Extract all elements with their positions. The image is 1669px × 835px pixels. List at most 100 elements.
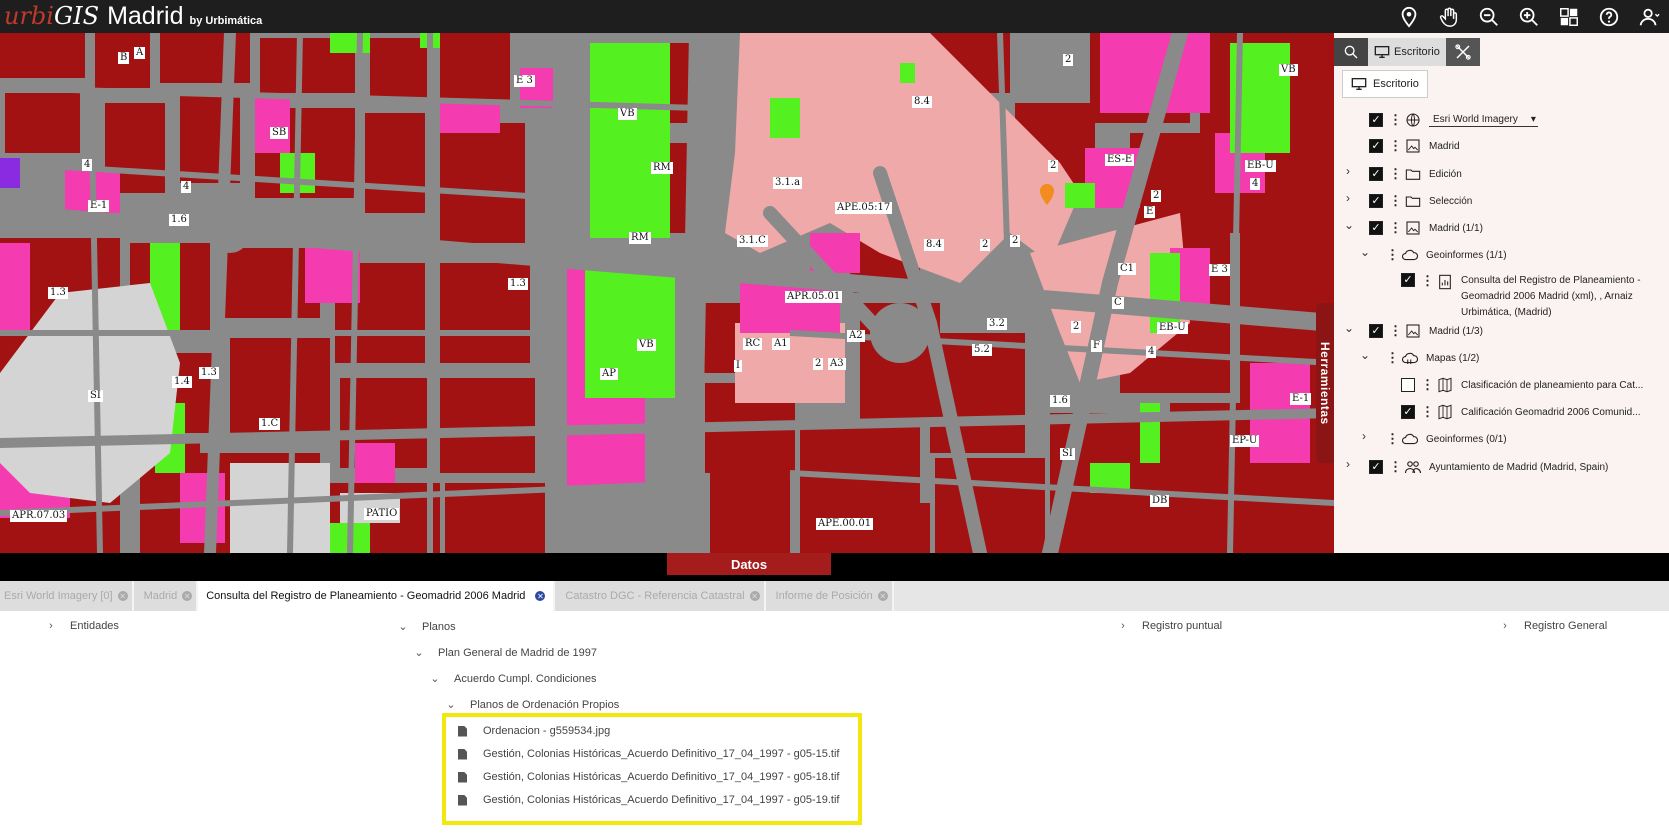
collapse-chevron-icon: ⌄ <box>398 621 408 633</box>
layer-label-line: Consulta del Registro de Planeamiento - <box>1461 275 1641 286</box>
map-label: 5.2 <box>972 344 992 356</box>
layer-checkbox[interactable] <box>1401 378 1415 392</box>
herramientas-tab[interactable]: Herramientas <box>1316 303 1334 463</box>
expand-chevron-icon[interactable]: › <box>1346 457 1350 471</box>
basemap-icon[interactable] <box>1549 0 1589 33</box>
search-icon[interactable] <box>1334 38 1368 66</box>
tab-catastro[interactable]: Catastro DGC - Referencia Catastral ✕ <box>555 581 766 611</box>
layer-checkbox[interactable] <box>1369 194 1383 208</box>
layer-row: ⋮ Mapas (1/2) <box>1380 349 1479 367</box>
report-icon <box>1435 273 1455 291</box>
map-label: 4 <box>1250 178 1261 190</box>
zoom-out-icon[interactable] <box>1469 0 1509 33</box>
collapse-chevron-icon: ⌄ <box>446 699 456 711</box>
tab-label: Catastro DGC - Referencia Catastral <box>565 590 745 602</box>
map-label: 2 <box>1151 190 1162 202</box>
datos-toggle-button[interactable]: Datos <box>667 553 831 575</box>
layer-menu-icon[interactable]: ⋮ <box>1389 112 1402 128</box>
close-icon[interactable]: ✕ <box>535 591 546 601</box>
close-icon[interactable]: ✕ <box>182 591 193 601</box>
location-pin-icon[interactable] <box>1389 0 1429 33</box>
collapse-chevron-icon[interactable]: ⌄ <box>1360 245 1370 259</box>
pan-hand-icon[interactable] <box>1429 0 1469 33</box>
tab-informe-posicion[interactable]: Informe de Posición ✕ <box>765 581 894 611</box>
section-entidades[interactable]: › Entidades <box>46 620 119 632</box>
layer-row: ⋮ Madrid (1/1) <box>1369 219 1483 237</box>
tools-icon[interactable] <box>1445 38 1480 66</box>
layer-label: Selección <box>1429 195 1473 207</box>
section-registro-puntual[interactable]: › Registro puntual <box>1118 620 1222 632</box>
section-label: Registro puntual <box>1142 620 1223 632</box>
globe-icon <box>1403 111 1423 129</box>
layer-menu-icon[interactable]: ⋮ <box>1389 323 1402 339</box>
map-label: SI <box>1060 448 1075 460</box>
subtab-escritorio[interactable]: Escritorio <box>1342 70 1428 98</box>
layer-menu-icon[interactable]: ⋮ <box>1389 459 1402 475</box>
close-icon[interactable]: ✕ <box>749 591 760 601</box>
close-icon[interactable]: ✕ <box>877 591 888 601</box>
layer-checkbox[interactable] <box>1369 221 1383 235</box>
layer-menu-icon[interactable]: ⋮ <box>1389 193 1402 209</box>
tree-plan-general[interactable]: ⌄ Plan General de Madrid de 1997 <box>414 646 597 660</box>
section-registro-general[interactable]: › Registro General <box>1500 620 1607 632</box>
layer-menu-icon[interactable]: ⋮ <box>1386 431 1399 447</box>
tab-escritorio[interactable]: Escritorio <box>1368 38 1446 66</box>
close-icon[interactable]: ✕ <box>117 591 128 601</box>
tab-consulta-registro[interactable]: Consulta del Registro de Planeamiento - … <box>198 581 556 611</box>
layer-checkbox[interactable] <box>1369 139 1383 153</box>
map-label: 2 <box>1063 54 1074 66</box>
collapse-chevron-icon[interactable]: ⌄ <box>1344 218 1354 232</box>
tree-planos-ordenacion[interactable]: ⌄ Planos de Ordenación Propios <box>446 698 619 712</box>
logo-gis: GIS <box>53 2 100 30</box>
layer-label-line: Urbimática, (Madrid) <box>1461 307 1552 318</box>
file-link[interactable]: Gestión, Colonias Históricas_Acuerdo Def… <box>458 748 840 760</box>
layer-checkbox[interactable] <box>1401 405 1415 419</box>
layer-checkbox[interactable] <box>1369 460 1383 474</box>
layer-menu-icon[interactable]: ⋮ <box>1421 404 1434 420</box>
map-label: E-1 <box>1290 393 1312 405</box>
layer-menu-icon[interactable]: ⋮ <box>1389 220 1402 236</box>
layer-checkbox[interactable] <box>1369 167 1383 181</box>
map-label: A3 <box>828 358 846 370</box>
layer-menu-icon[interactable]: ⋮ <box>1389 138 1402 154</box>
map-label: C <box>1112 297 1124 309</box>
tree-acuerdo[interactable]: ⌄ Acuerdo Cumpl. Condiciones <box>430 672 596 686</box>
map-label: APR.07.03 <box>10 510 68 522</box>
collapse-chevron-icon[interactable]: ⌄ <box>1360 348 1370 362</box>
layer-menu-icon[interactable]: ⋮ <box>1386 247 1399 263</box>
expand-chevron-icon: › <box>49 620 53 632</box>
map-label: SB <box>270 127 289 139</box>
map-view[interactable]: B A E 3 VB SB 4 4 E-1 1.6 1.3 RM RM 3.1.… <box>0 33 1334 553</box>
layer-menu-icon[interactable]: ⋮ <box>1389 166 1402 182</box>
section-label: Planos <box>422 620 456 633</box>
expand-chevron-icon[interactable]: › <box>1346 191 1350 205</box>
expand-chevron-icon: › <box>1503 620 1507 632</box>
file-name: Gestión, Colonias Históricas_Acuerdo Def… <box>483 748 840 760</box>
layer-row: ⋮ Clasificación de planeamiento para Cat… <box>1401 376 1643 394</box>
expand-chevron-icon[interactable]: › <box>1362 429 1366 443</box>
layer-checkbox[interactable] <box>1369 324 1383 338</box>
basemap-select[interactable]: Esri World Imagery <box>1429 114 1538 127</box>
zoom-in-icon[interactable] <box>1509 0 1549 33</box>
section-planos[interactable]: ⌄ Planos <box>398 620 456 634</box>
tab-label: Esri World Imagery [0] <box>4 590 113 602</box>
map-label: AP <box>600 368 618 380</box>
file-link[interactable]: Ordenacion - g559534.jpg <box>458 725 610 737</box>
map-label: SI <box>88 390 103 402</box>
layer-menu-icon[interactable]: ⋮ <box>1421 377 1434 393</box>
map-label: VB <box>1279 64 1298 76</box>
expand-chevron-icon[interactable]: › <box>1346 164 1350 178</box>
logo-by-urbimatica: by Urbimática <box>189 15 263 27</box>
layer-menu-icon[interactable]: ⋮ <box>1421 273 1434 289</box>
layer-menu-icon[interactable]: ⋮ <box>1386 350 1399 366</box>
collapse-chevron-icon[interactable]: ⌄ <box>1344 321 1354 335</box>
file-link[interactable]: Gestión, Colonias Históricas_Acuerdo Def… <box>458 771 840 783</box>
tab-madrid[interactable]: Madrid ✕ <box>133 581 199 611</box>
layer-checkbox[interactable] <box>1369 113 1383 127</box>
user-icon[interactable] <box>1629 0 1669 33</box>
tab-esri-world-imagery[interactable]: Esri World Imagery [0] ✕ <box>0 581 134 611</box>
help-icon[interactable] <box>1589 0 1629 33</box>
layer-checkbox[interactable] <box>1401 273 1415 287</box>
file-link[interactable]: Gestión, Colonias Históricas_Acuerdo Def… <box>458 794 840 806</box>
map-label: RM <box>629 232 651 244</box>
